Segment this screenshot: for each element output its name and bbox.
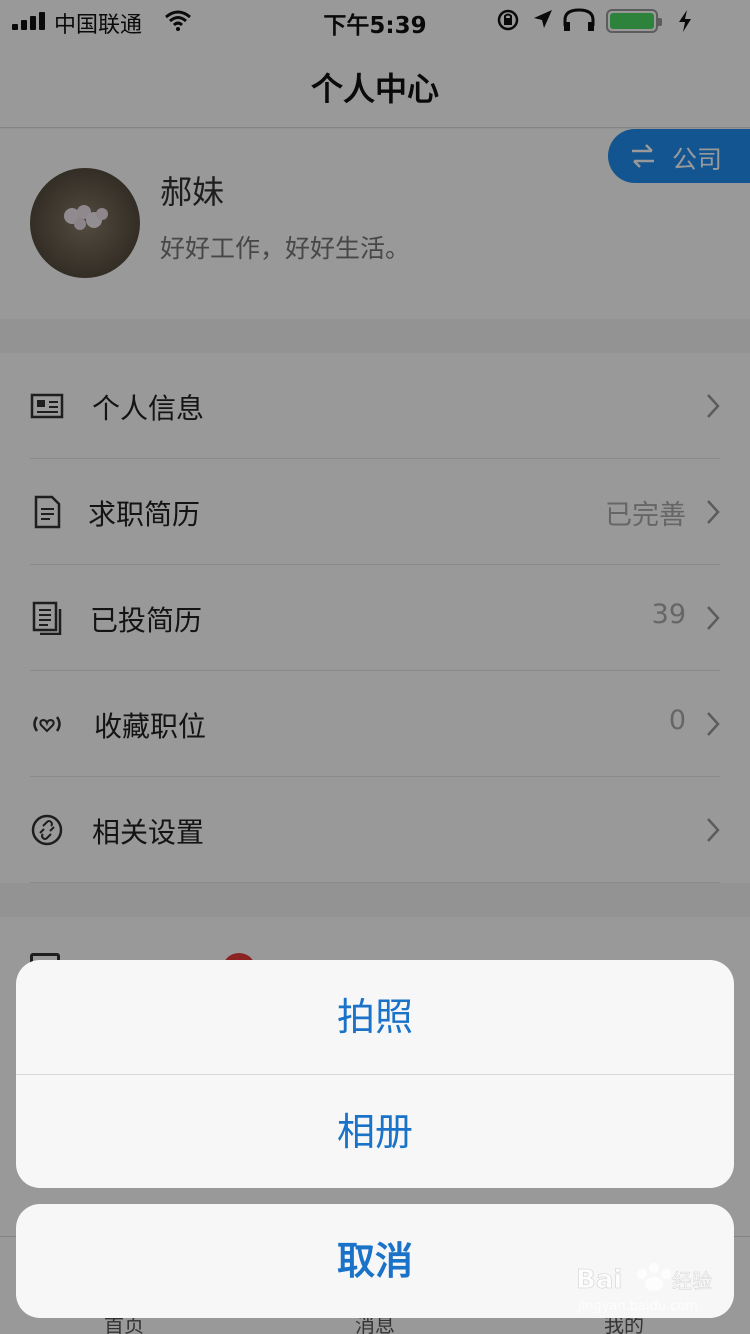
svg-text:Bai: Bai [576,1265,622,1295]
baidu-jingyan-watermark: Bai 经验 jingyan.baidu.com [576,1263,712,1314]
photo-album-button[interactable]: 相册 [16,1074,734,1188]
take-photo-button[interactable]: 拍照 [16,960,734,1074]
svg-text:经验: 经验 [672,1269,712,1293]
action-sheet-options: 拍照 相册 [16,960,734,1188]
svg-text:jingyan.baidu.com: jingyan.baidu.com [577,1299,698,1314]
